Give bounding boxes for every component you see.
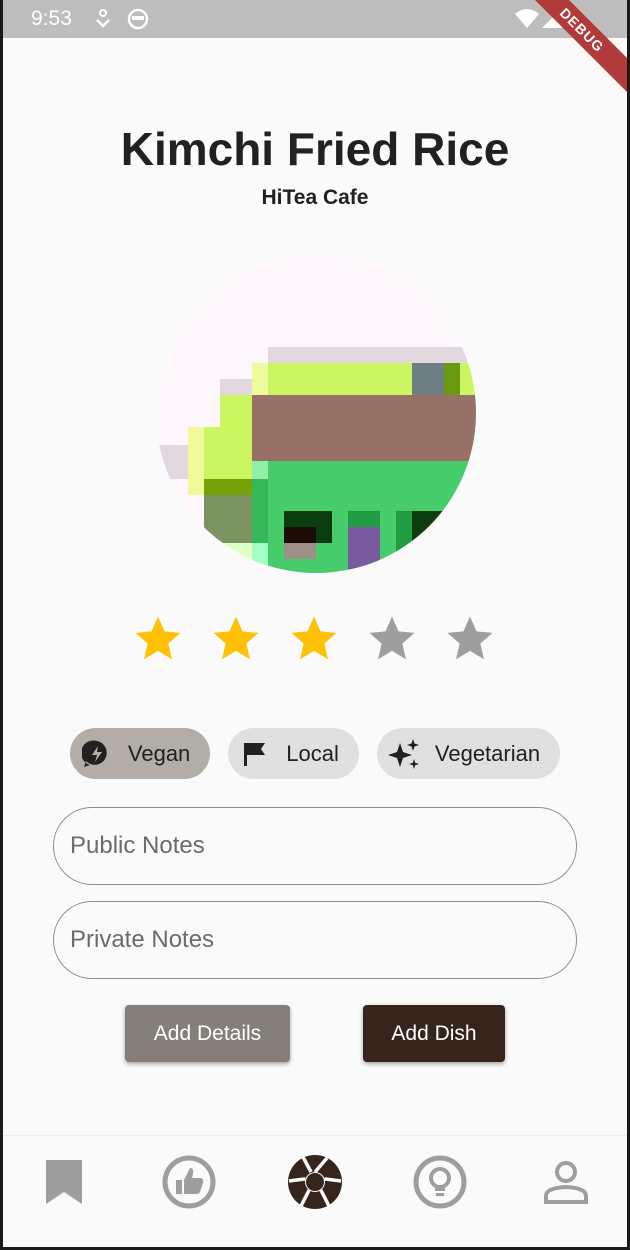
tag-vegan-chip[interactable]: Vegan bbox=[69, 728, 211, 779]
public-notes-field[interactable] bbox=[53, 807, 577, 885]
flag-icon bbox=[238, 737, 272, 771]
dish-photo-image bbox=[156, 253, 476, 573]
add-details-button[interactable]: Add Details bbox=[125, 1005, 290, 1062]
star-1-icon[interactable] bbox=[131, 612, 185, 666]
star-3-icon[interactable] bbox=[287, 612, 341, 666]
star-2-icon[interactable] bbox=[209, 612, 263, 666]
dietary-tags: Vegan Local Vegetarian bbox=[3, 728, 627, 779]
tag-local-chip[interactable]: Local bbox=[228, 728, 359, 779]
face-icon bbox=[127, 8, 149, 35]
star-4-icon[interactable] bbox=[365, 612, 419, 666]
person-icon bbox=[544, 1161, 588, 1204]
sparkle-icon bbox=[387, 737, 421, 771]
rating-stars[interactable] bbox=[131, 612, 497, 672]
tag-vegetarian-label: Vegetarian bbox=[434, 740, 541, 766]
tag-local-label: Local bbox=[286, 740, 339, 766]
restaurant-name: HiTea Cafe bbox=[261, 186, 369, 209]
star-5-icon[interactable] bbox=[443, 612, 497, 666]
thumb-up-icon bbox=[162, 1155, 216, 1209]
bottom-navigation bbox=[3, 1135, 627, 1247]
status-time: 9:53 bbox=[31, 7, 72, 30]
eco-bolt-icon bbox=[80, 737, 114, 771]
app-screen: 9:53 DEBUG Kimchi Fried Rice HiTea Cafe bbox=[3, 0, 627, 1247]
download-icon bbox=[93, 8, 113, 35]
nav-camera[interactable] bbox=[285, 1152, 345, 1212]
nav-profile[interactable] bbox=[536, 1152, 596, 1212]
status-bar: 9:53 DEBUG bbox=[3, 0, 627, 106]
camera-shutter-icon bbox=[288, 1155, 342, 1209]
dish-name: Kimchi Fried Rice bbox=[120, 123, 510, 175]
private-notes-input[interactable] bbox=[70, 926, 576, 954]
tag-vegetarian-chip[interactable]: Vegetarian bbox=[376, 728, 561, 779]
nav-ideas[interactable] bbox=[410, 1152, 470, 1212]
public-notes-input[interactable] bbox=[70, 832, 576, 860]
dish-photo[interactable] bbox=[156, 253, 476, 573]
lightbulb-icon bbox=[413, 1155, 467, 1209]
tag-vegan-label: Vegan bbox=[127, 740, 191, 766]
nav-bookmark[interactable] bbox=[34, 1152, 94, 1212]
nav-liked[interactable] bbox=[159, 1152, 219, 1212]
wifi-icon bbox=[515, 8, 539, 33]
bookmark-icon bbox=[46, 1160, 82, 1204]
private-notes-field[interactable] bbox=[53, 901, 577, 979]
add-dish-button[interactable]: Add Dish bbox=[363, 1005, 505, 1062]
